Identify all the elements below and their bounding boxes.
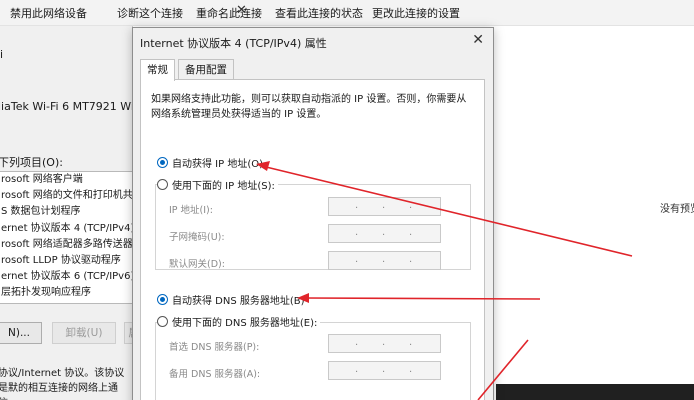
auto-dns-label: 自动获得 DNS 服务器地址(B): [172, 296, 305, 307]
component-description: 协议/Internet 协议。该协议是默的相互连接的网络上通信。: [0, 368, 125, 400]
intro-text: 如果网络支持此功能，则可以获取自动指派的 IP 设置。否则，你需要从网络系统管理…: [151, 94, 467, 120]
dialog-tabs: 常规 备用配置: [140, 59, 485, 81]
ip-address-label: IP 地址(I):: [169, 205, 213, 216]
list-item[interactable]: rosoft LLDP 协议驱动程序: [0, 253, 133, 269]
radio-auto-dns[interactable]: [157, 294, 168, 305]
change-settings-button[interactable]: 更改此连接的设置: [372, 5, 460, 21]
default-gateway-label: 默认网关(D):: [169, 259, 225, 270]
diagnose-connection-button[interactable]: 诊断这个连接: [117, 5, 183, 21]
rename-connection-button[interactable]: 重命名此连接: [196, 5, 262, 21]
list-item[interactable]: S 数据包计划程序: [0, 204, 133, 220]
list-item[interactable]: ernet 协议版本 4 (TCP/IPv4): [0, 221, 133, 237]
install-button[interactable]: N)...: [0, 322, 42, 344]
auto-ip-label: 自动获得 IP 地址(O): [172, 159, 264, 170]
uninstall-button[interactable]: 卸载(U): [52, 322, 116, 344]
radio-auto-ip[interactable]: [157, 157, 168, 168]
manual-dns-option[interactable]: 使用下面的 DNS 服务器地址(E):: [157, 314, 321, 329]
dialog-title: Internet 协议版本 4 (TCP/IPv4) 属性: [140, 37, 327, 50]
tab-alternate-config[interactable]: 备用配置: [178, 59, 234, 80]
preferred-dns-input[interactable]: ...: [328, 334, 441, 353]
adapter-properties-window: i liaTek Wi-Fi 6 MT7921 Wirele 下列项目(O): …: [0, 26, 155, 400]
explorer-toolbar: 禁用此网络设备 诊断这个连接 重命名此连接 ✕ 查看此连接的状态 更改此连接的设…: [0, 0, 694, 26]
radio-manual-dns[interactable]: [157, 316, 168, 327]
general-tab-panel: 如果网络支持此功能，则可以获取自动指派的 IP 设置。否则，你需要从网络系统管理…: [140, 79, 485, 400]
subnet-mask-label: 子网掩码(U):: [169, 232, 225, 243]
list-item[interactable]: rosoft 网络的文件和打印机共享: [0, 188, 133, 204]
disable-device-button[interactable]: 禁用此网络设备: [10, 5, 87, 21]
default-gateway-input[interactable]: ...: [328, 251, 441, 270]
preferred-dns-label: 首选 DNS 服务器(P):: [169, 342, 260, 353]
list-item[interactable]: 层拓扑发现响应程序: [0, 285, 133, 301]
subnet-mask-input[interactable]: ...: [328, 224, 441, 243]
auto-ip-option[interactable]: 自动获得 IP 地址(O): [157, 155, 263, 170]
close-icon[interactable]: ✕: [236, 3, 247, 18]
manual-dns-label: 使用下面的 DNS 服务器地址(E):: [172, 318, 318, 329]
ipv4-properties-dialog: Internet 协议版本 4 (TCP/IPv4) 属性 ✕ 常规 备用配置 …: [132, 27, 494, 400]
manual-ip-option[interactable]: 使用下面的 IP 地址(S):: [157, 177, 278, 192]
auto-dns-option[interactable]: 自动获得 DNS 服务器地址(B): [157, 292, 305, 307]
ip-address-input[interactable]: ...: [328, 197, 441, 216]
manual-ip-label: 使用下面的 IP 地址(S):: [172, 181, 275, 192]
components-list[interactable]: rosoft 网络客户端 rosoft 网络的文件和打印机共享 S 数据包计划程…: [0, 171, 134, 304]
tab-general[interactable]: 常规: [140, 59, 175, 81]
view-status-button[interactable]: 查看此连接的状态: [275, 5, 363, 21]
preview-note: 没有预览: [660, 204, 694, 215]
window-title-fragment: i: [0, 48, 4, 61]
list-item[interactable]: rosoft 网络适配器多路传送器协: [0, 237, 133, 253]
alternate-dns-input[interactable]: ...: [328, 361, 441, 380]
taskbar: [496, 384, 694, 400]
list-item[interactable]: rosoft 网络客户端: [0, 172, 133, 188]
items-label: 下列项目(O):: [0, 156, 63, 169]
alternate-dns-label: 备用 DNS 服务器(A):: [169, 369, 261, 380]
close-icon[interactable]: ✕: [472, 32, 484, 48]
list-item[interactable]: ernet 协议版本 6 (TCP/IPv6): [0, 269, 133, 285]
radio-manual-ip[interactable]: [157, 179, 168, 190]
